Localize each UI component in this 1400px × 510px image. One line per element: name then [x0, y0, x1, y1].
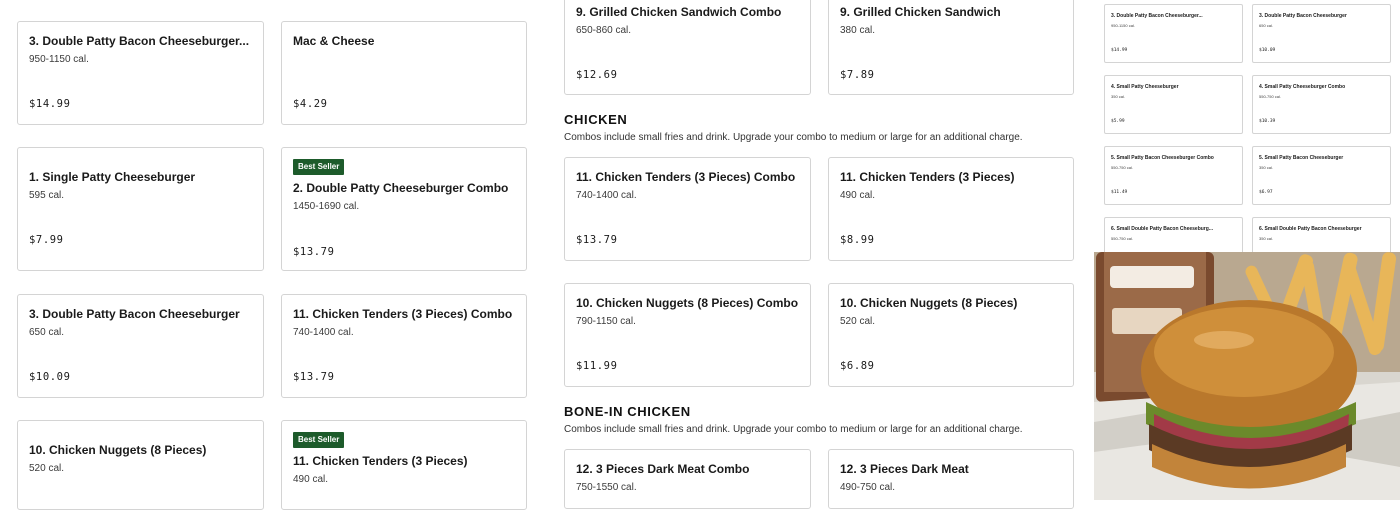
item-calories: 550-750 cal.	[1111, 236, 1134, 241]
item-calories: 490 cal.	[840, 190, 876, 201]
item-name: 10. Chicken Nuggets (8 Pieces) Combo	[576, 296, 799, 310]
item-name: 4. Small Patty Cheeseburger Combo	[1259, 84, 1346, 90]
item-name: 11. Chicken Tenders (3 Pieces)	[293, 454, 468, 468]
item-name: 5. Small Patty Bacon Cheeseburger Combo	[1111, 155, 1214, 161]
item-calories: 750-1550 cal.	[576, 482, 637, 493]
item-price: $6.97	[1259, 190, 1273, 195]
item-calories: 950-1150 cal.	[29, 54, 89, 65]
best-seller-badge: Best Seller	[293, 432, 345, 448]
item-calories: 380 cal.	[840, 25, 876, 36]
item-calories: 490-750 cal.	[840, 482, 896, 493]
mini-menu-card[interactable]: 3. Double Patty Bacon Cheeseburger... 95…	[1104, 4, 1243, 63]
menu-item-card[interactable]: 11. Chicken Tenders (3 Pieces) 490 cal. …	[828, 157, 1074, 261]
item-calories: 350 cal.	[1111, 94, 1126, 99]
item-price: $14.99	[29, 98, 71, 110]
item-name: 1. Single Patty Cheeseburger	[29, 170, 196, 184]
section-subtitle: Combos include small fries and drink. Up…	[564, 424, 1023, 435]
item-calories: 490 cal.	[293, 474, 329, 485]
item-calories: 650-860 cal.	[576, 25, 632, 36]
item-name: Mac & Cheese	[293, 34, 375, 48]
item-price: $7.99	[29, 234, 64, 246]
menu-item-card[interactable]: Mac & Cheese $4.29	[281, 21, 527, 125]
item-calories: 350 cal.	[1259, 236, 1274, 241]
item-price: $7.89	[840, 69, 875, 81]
item-calories: 550-750 cal.	[1111, 165, 1134, 170]
item-calories: 740-1400 cal.	[293, 327, 354, 338]
menu-item-card[interactable]: Best Seller 11. Chicken Tenders (3 Piece…	[281, 420, 527, 510]
burger-photo-illustration	[1094, 252, 1400, 500]
item-name: 6. Small Double Patty Bacon Cheeseburger	[1259, 226, 1362, 232]
menu-item-card[interactable]: 10. Chicken Nuggets (8 Pieces) 520 cal. …	[828, 283, 1074, 387]
mini-menu-card[interactable]: 5. Small Patty Bacon Cheeseburger Combo …	[1104, 146, 1243, 205]
mini-menu-card[interactable]: 3. Double Patty Bacon Cheeseburger 650 c…	[1252, 4, 1391, 63]
mini-menu-card[interactable]: 4. Small Patty Cheeseburger 350 cal. $5.…	[1104, 75, 1243, 134]
item-price: $5.99	[1111, 119, 1125, 124]
item-calories: 650 cal.	[1259, 23, 1274, 28]
menu-item-card[interactable]: 3. Double Patty Bacon Cheeseburger... 95…	[17, 21, 264, 125]
item-name: 4. Small Patty Cheeseburger	[1111, 84, 1179, 90]
menu-item-card[interactable]: 9. Grilled Chicken Sandwich Combo 650-86…	[564, 0, 811, 95]
item-name: 9. Grilled Chicken Sandwich Combo	[576, 5, 782, 19]
item-name: 11. Chicken Tenders (3 Pieces) Combo	[293, 307, 513, 321]
item-price: $11.99	[576, 360, 618, 372]
item-price: $10.09	[1259, 48, 1276, 53]
menu-item-card[interactable]: 3. Double Patty Bacon Cheeseburger 650 c…	[17, 294, 264, 398]
item-name: 10. Chicken Nuggets (8 Pieces)	[29, 443, 207, 457]
item-name: 2. Double Patty Cheeseburger Combo	[293, 181, 509, 195]
item-name: 5. Small Patty Bacon Cheeseburger	[1259, 155, 1344, 161]
item-calories: 950-1150 cal.	[1111, 23, 1135, 28]
item-calories: 520 cal.	[29, 463, 65, 474]
mini-menu-card[interactable]: 6. Small Double Patty Bacon Cheeseburg..…	[1104, 217, 1243, 257]
menu-item-card[interactable]: 11. Chicken Tenders (3 Pieces) Combo 740…	[281, 294, 527, 398]
item-name: 3. Double Patty Bacon Cheeseburger	[29, 307, 240, 321]
item-price: $10.39	[1259, 119, 1276, 124]
best-seller-badge: Best Seller	[293, 159, 345, 175]
section-title-bone-in-chicken: BONE-IN CHICKEN	[564, 404, 691, 419]
item-calories: 1450-1690 cal.	[293, 201, 360, 212]
item-calories: 550-750 cal.	[1259, 94, 1282, 99]
item-name: 12. 3 Pieces Dark Meat	[840, 462, 969, 476]
item-name: 3. Double Patty Bacon Cheeseburger...	[29, 34, 250, 48]
menu-item-card[interactable]: 1. Single Patty Cheeseburger 595 cal. $7…	[17, 147, 264, 271]
burger-photo	[1094, 252, 1400, 500]
item-name: 9. Grilled Chicken Sandwich	[840, 5, 1001, 19]
item-name: 3. Double Patty Bacon Cheeseburger...	[1111, 13, 1203, 19]
mini-menu-card[interactable]: 5. Small Patty Bacon Cheeseburger 350 ca…	[1252, 146, 1391, 205]
item-calories: 350 cal.	[1259, 165, 1274, 170]
item-price: $10.09	[29, 371, 71, 383]
item-calories: 650 cal.	[29, 327, 65, 338]
item-name: 12. 3 Pieces Dark Meat Combo	[576, 462, 750, 476]
item-name: 3. Double Patty Bacon Cheeseburger	[1259, 13, 1347, 19]
menu-item-card[interactable]: 10. Chicken Nuggets (8 Pieces) Combo 790…	[564, 283, 811, 387]
item-calories: 520 cal.	[840, 316, 876, 327]
item-price: $13.79	[576, 234, 618, 246]
item-calories: 790-1150 cal.	[576, 316, 636, 327]
menu-item-card[interactable]: 10. Chicken Nuggets (8 Pieces) 520 cal.	[17, 420, 264, 510]
item-name: 11. Chicken Tenders (3 Pieces) Combo	[576, 170, 796, 184]
section-title-chicken: CHICKEN	[564, 112, 628, 127]
mini-menu-card[interactable]: 6. Small Double Patty Bacon Cheeseburger…	[1252, 217, 1391, 257]
item-price: $14.99	[1111, 48, 1128, 53]
menu-item-card[interactable]: Best Seller 2. Double Patty Cheeseburger…	[281, 147, 527, 271]
item-price: $4.29	[293, 98, 328, 110]
item-price: $13.79	[293, 246, 335, 258]
item-name: 11. Chicken Tenders (3 Pieces)	[840, 170, 1015, 184]
mini-menu-card[interactable]: 4. Small Patty Cheeseburger Combo 550-75…	[1252, 75, 1391, 134]
item-price: $12.69	[576, 69, 618, 81]
item-name: 6. Small Double Patty Bacon Cheeseburg..…	[1111, 226, 1213, 232]
item-calories: 595 cal.	[29, 190, 65, 201]
item-price: $8.99	[840, 234, 875, 246]
item-name: 10. Chicken Nuggets (8 Pieces)	[840, 296, 1018, 310]
item-price: $6.89	[840, 360, 875, 372]
item-price: $13.79	[293, 371, 335, 383]
menu-item-card[interactable]: 9. Grilled Chicken Sandwich 380 cal. $7.…	[828, 0, 1074, 95]
menu-item-card[interactable]: 12. 3 Pieces Dark Meat 490-750 cal.	[828, 449, 1074, 509]
item-price: $11.49	[1111, 190, 1128, 195]
section-subtitle: Combos include small fries and drink. Up…	[564, 132, 1023, 143]
menu-item-card[interactable]: 11. Chicken Tenders (3 Pieces) Combo 740…	[564, 157, 811, 261]
item-calories: 740-1400 cal.	[576, 190, 637, 201]
menu-item-card[interactable]: 12. 3 Pieces Dark Meat Combo 750-1550 ca…	[564, 449, 811, 509]
